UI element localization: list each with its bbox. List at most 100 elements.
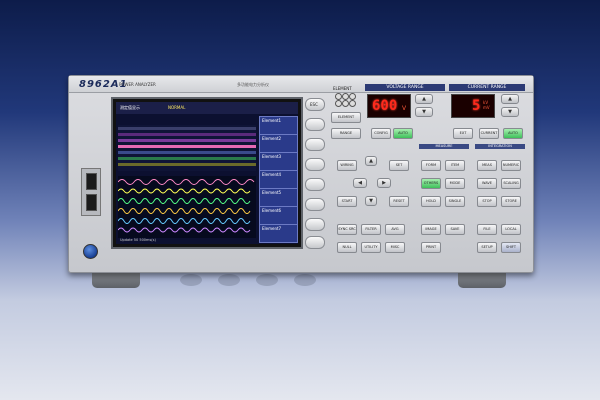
screen-title: 测定值显示 <box>120 105 140 110</box>
mode-key[interactable]: MODE <box>445 178 465 189</box>
waveform-trace <box>118 188 251 194</box>
config-key[interactable]: CONFIG <box>371 128 391 139</box>
soft-key-4[interactable] <box>305 178 325 191</box>
screen-header: 测定值显示 NORMAL <box>116 102 298 114</box>
auto-voltage-key[interactable]: AUTO <box>393 128 413 139</box>
util-key[interactable]: UTILITY <box>361 242 381 253</box>
wiring-key[interactable]: WIRING <box>337 160 357 171</box>
soft-key-2[interactable] <box>305 138 325 151</box>
table-row <box>118 145 256 148</box>
voltage-range-header: VOLTAGE RANGE <box>365 84 445 91</box>
store-key[interactable]: STORE <box>501 196 521 207</box>
side-menu-label: Element6 <box>262 208 282 213</box>
element-label: ELEMENT <box>333 86 352 91</box>
side-menu-label: Element5 <box>262 190 282 195</box>
form-key[interactable]: FORM <box>421 160 441 171</box>
integration-group-header: INTEGRATION <box>475 144 525 149</box>
meas-key[interactable]: MEAS <box>477 160 497 171</box>
side-menu-item[interactable]: Element5 <box>259 188 298 207</box>
reset-key[interactable]: RESET <box>389 196 409 207</box>
power-button[interactable] <box>83 244 98 259</box>
range-key[interactable]: RANGE <box>331 128 361 139</box>
voltage-display: 600 V <box>367 94 411 118</box>
screen-footer: Update 50 500ms(s) <box>120 238 156 242</box>
screen-side-menu: Element1 Element2 Element3 Element4 Elem… <box>259 116 298 243</box>
hold-key[interactable]: HOLD <box>421 196 441 207</box>
others-key[interactable]: OTHERS <box>421 178 441 189</box>
null-key[interactable]: NULL <box>337 242 357 253</box>
measurement-table <box>118 125 256 171</box>
sync-src-key[interactable]: SYNC SRC <box>337 224 357 235</box>
element-indicator <box>342 93 349 100</box>
side-menu-item[interactable]: Element2 <box>259 134 298 153</box>
lcd-screen: 测定值显示 NORMAL 123456 <box>116 102 298 244</box>
screen-mode: NORMAL <box>168 105 186 110</box>
current-value: 5 <box>472 98 481 114</box>
usb-ports <box>81 168 101 216</box>
esc-key-label: ESC <box>310 102 318 107</box>
table-row <box>118 139 256 142</box>
side-menu-label: Element4 <box>262 172 282 177</box>
side-menu-label: Element2 <box>262 136 282 141</box>
numeric-key[interactable]: NUMERIC <box>501 160 521 171</box>
arrow-right-button[interactable]: ▶ <box>377 178 391 188</box>
current-range-up-button[interactable]: ▲ <box>501 94 519 104</box>
set-key[interactable]: SET <box>389 160 409 171</box>
side-menu-item[interactable]: Element3 <box>259 152 298 171</box>
avg-key[interactable]: AVG <box>385 224 405 235</box>
current-key[interactable]: CURRENT <box>479 128 499 139</box>
arrow-left-button[interactable]: ◀ <box>353 178 367 188</box>
element-key[interactable]: ELEMENT <box>331 112 361 123</box>
current-range-down-button[interactable]: ▼ <box>501 107 519 117</box>
side-menu-item[interactable]: Element1 <box>259 116 298 135</box>
waveform-trace <box>118 179 255 185</box>
screen-tabs: 123456 <box>142 116 214 134</box>
auto-current-key[interactable]: AUTO <box>503 128 523 139</box>
arrow-up-button[interactable]: ▲ <box>365 156 377 166</box>
image-save-key[interactable]: IMAGE SAVE <box>421 224 441 235</box>
soft-key-7[interactable] <box>305 236 325 249</box>
table-row <box>118 157 256 160</box>
shift-key[interactable]: SHIFT <box>501 242 521 253</box>
voltage-value: 600 <box>372 98 398 114</box>
side-menu-label: Element1 <box>262 118 282 123</box>
side-menu-item[interactable]: Element7 <box>259 224 298 243</box>
current-range-header: CURRENT RANGE <box>449 84 525 91</box>
save-key[interactable]: SAVE <box>445 224 465 235</box>
waveform-trace <box>118 227 251 233</box>
table-row <box>118 133 256 136</box>
soft-key-3[interactable] <box>305 158 325 171</box>
usb-port-1[interactable] <box>86 173 97 190</box>
soft-key-6[interactable] <box>305 218 325 231</box>
ext-sensor-key[interactable]: EXT SENSOR <box>453 128 473 139</box>
item-key[interactable]: ITEM <box>445 160 465 171</box>
table-row <box>118 163 256 166</box>
setup-key[interactable]: SETUP <box>477 242 497 253</box>
soft-key-5[interactable] <box>305 198 325 211</box>
scaling-key[interactable]: SCALING <box>501 178 521 189</box>
voltage-range-up-button[interactable]: ▲ <box>415 94 433 104</box>
local-key[interactable]: LOCAL <box>501 224 521 235</box>
print-key[interactable]: PRINT <box>421 242 441 253</box>
single-key[interactable]: SINGLE <box>445 196 465 207</box>
esc-key[interactable]: ESC <box>305 98 325 111</box>
usb-port-2[interactable] <box>86 194 97 211</box>
voltage-range-down-button[interactable]: ▼ <box>415 107 433 117</box>
side-menu-item[interactable]: Element6 <box>259 206 298 225</box>
waveform-area <box>118 176 256 238</box>
file-key[interactable]: FILE <box>477 224 497 235</box>
misc-key[interactable]: MISC <box>385 242 405 253</box>
start-key[interactable]: START <box>337 196 357 207</box>
wave-key[interactable]: WAVE <box>477 178 497 189</box>
side-menu-label: Element7 <box>262 226 282 231</box>
arrow-down-button[interactable]: ▼ <box>365 196 377 206</box>
soft-key-1[interactable] <box>305 118 325 131</box>
stop-key[interactable]: STOP <box>477 196 497 207</box>
element-indicator <box>349 100 356 107</box>
side-menu-item[interactable]: Element4 <box>259 170 298 189</box>
floor-reflection <box>218 274 240 286</box>
element-indicator <box>335 100 342 107</box>
filter-key[interactable]: FILTER <box>361 224 381 235</box>
current-display: 5 kV mV <box>451 94 495 118</box>
floor-reflection <box>294 274 316 286</box>
